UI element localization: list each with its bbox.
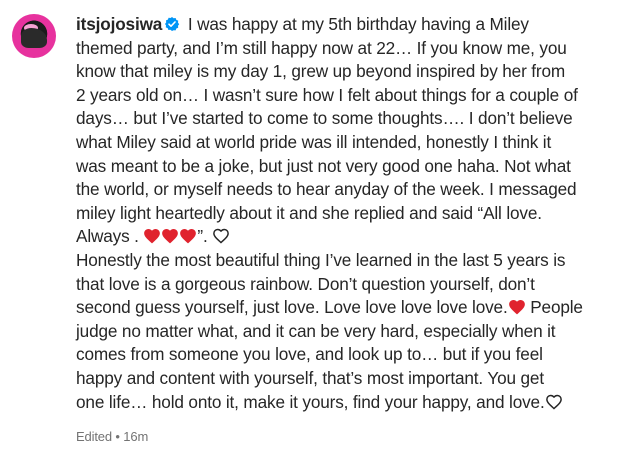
comment-text-line: judge no matter what, and it can be very… <box>76 320 556 341</box>
comment-text-line: Honestly the most beautiful thing I’ve l… <box>76 249 566 270</box>
edited-timestamp: Edited • 16m <box>76 429 149 445</box>
comment-text-line: days… but I’ve started to come to some t… <box>76 108 573 129</box>
username[interactable]: itsjojosiwa <box>76 14 162 34</box>
avatar[interactable] <box>12 14 56 58</box>
comment-text-line: themed party, and I’m still happy now at… <box>76 37 567 58</box>
comment-line-last: one life… hold onto it, make it yours, f… <box>76 391 624 415</box>
red-heart-emoji-icon <box>144 229 161 244</box>
love-text: second guess yourself, just love. Love l… <box>76 297 508 318</box>
comment-body: itsjojosiwa I was happy at my 5th birthd… <box>76 13 624 449</box>
red-heart-emoji-icon <box>508 300 525 315</box>
avatar-figure-shape <box>21 28 47 48</box>
comment-line-love: second guess yourself, just love. Love l… <box>76 296 624 320</box>
instagram-comment: itsjojosiwa I was happy at my 5th birthd… <box>12 13 628 449</box>
verified-badge-icon <box>165 17 180 31</box>
comment-text-line: the world, or myself needs to hear anyda… <box>76 179 577 200</box>
comment-text-line: know that miley is my day 1, grew up bey… <box>76 61 566 82</box>
red-heart-emoji-icon <box>180 229 197 244</box>
comment-line-always: Always . ”. <box>76 225 624 249</box>
comment-text-line: what Miley said at world pride was ill i… <box>76 131 552 152</box>
comment-text-line: that love is a gorgeous rainbow. Don’t q… <box>76 273 535 294</box>
comment-text-line: I was happy at my 5th birthday having a … <box>183 14 529 34</box>
people-text: People <box>525 297 583 318</box>
comment-line-1: itsjojosiwa I was happy at my 5th birthd… <box>76 13 624 37</box>
comment-text-line: 2 years old on… I wasn’t sure how I felt… <box>76 84 578 105</box>
like-heart-outline-icon[interactable] <box>212 228 230 244</box>
last-line-text: one life… hold onto it, make it yours, f… <box>76 391 545 412</box>
comment-text-line: miley light heartedly about it and she r… <box>76 202 542 223</box>
comment-text-line: happy and content with yourself, that’s … <box>76 367 544 388</box>
heart-outline-emoji-icon <box>545 394 562 410</box>
comment-text-line: was meant to be a joke, but just not ver… <box>76 155 571 176</box>
always-text: Always . <box>76 226 144 247</box>
comment-text-line: comes from someone you love, and look up… <box>76 344 543 365</box>
red-heart-emoji-icon <box>162 229 179 244</box>
quote-close-text: ”. <box>197 226 213 247</box>
